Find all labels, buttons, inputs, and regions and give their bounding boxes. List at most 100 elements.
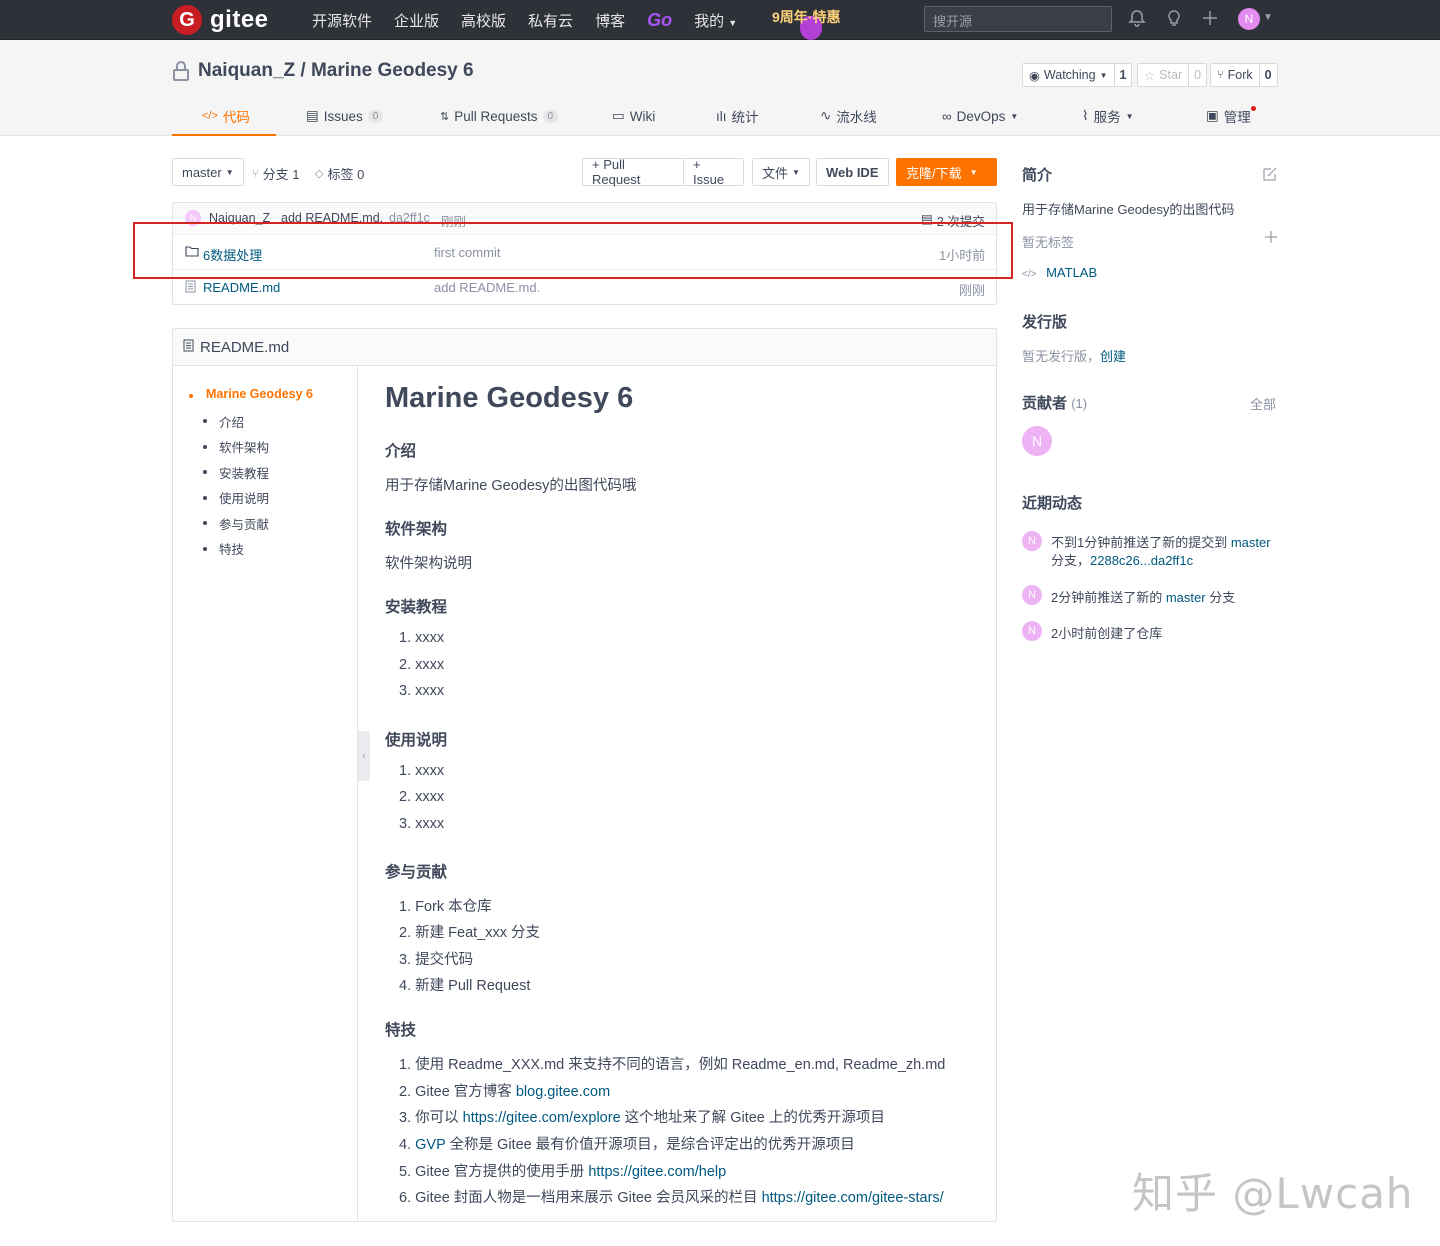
nav-mine-label: 我的 xyxy=(694,12,725,30)
branch-link[interactable]: master xyxy=(1166,590,1206,605)
tab-code-label: 代码 xyxy=(222,110,250,125)
repo-separator: / xyxy=(295,60,311,81)
new-pull-request-button[interactable]: + Pull Request xyxy=(582,157,684,187)
list-item: 1. xxxx xyxy=(399,763,445,779)
toc-item[interactable]: 介绍 xyxy=(219,412,244,431)
chevron-down-icon[interactable]: ▼ xyxy=(1263,12,1273,23)
nav-go[interactable]: Go xyxy=(647,10,672,31)
plus-icon[interactable] xyxy=(1200,9,1220,29)
list-item-text: 5. Gitee 官方提供的使用手册 xyxy=(399,1164,589,1180)
tab-devops[interactable]: ∞ DevOps ▼ xyxy=(942,96,1018,136)
list-item: 3. 你可以 https://gitee.com/explore 这个地址来了解… xyxy=(399,1106,885,1127)
repo-name-link[interactable]: Marine Geodesy 6 xyxy=(311,60,474,82)
tab-pipeline-label: 流水线 xyxy=(836,110,877,125)
toc-item[interactable]: 使用说明 xyxy=(219,488,269,507)
help-link[interactable]: https://gitee.com/help xyxy=(588,1164,726,1180)
readme-title: Marine Geodesy 6 xyxy=(385,382,634,414)
gitee-stars-link[interactable]: https://gitee.com/gitee-stars/ xyxy=(762,1190,944,1206)
issues-count-badge: 0 xyxy=(367,109,384,123)
fork-label: Fork xyxy=(1227,68,1253,82)
add-tag-plus-icon[interactable] xyxy=(1264,230,1278,247)
tab-issues[interactable]: ▤ Issues 0 xyxy=(306,96,384,136)
activity-avatar[interactable]: N xyxy=(1022,585,1042,605)
fork-button[interactable]: ⑂ Fork xyxy=(1211,64,1260,86)
repo-owner-link[interactable]: Naiquan_Z xyxy=(198,60,295,82)
chevron-down-icon: ▼ xyxy=(1099,70,1108,80)
toc-bullet xyxy=(189,394,193,398)
edit-icon[interactable] xyxy=(1262,166,1278,185)
list-item: 6. Gitee 封面人物是一档用来展示 Gitee 会员风采的栏目 https… xyxy=(399,1186,944,1207)
activity-avatar[interactable]: N xyxy=(1022,621,1042,641)
nav-mine[interactable]: 我的 ▼ xyxy=(694,10,737,31)
anniversary-promo-banner[interactable]: 9周年·特惠 xyxy=(770,2,850,40)
branch-link[interactable]: master xyxy=(1231,535,1271,550)
gvp-link[interactable]: GVP xyxy=(415,1137,445,1153)
file-name-link[interactable]: README.md xyxy=(203,280,280,295)
pipeline-icon: ∿ xyxy=(820,108,832,123)
list-item: 2. Gitee 官方博客 blog.gitee.com xyxy=(399,1080,610,1101)
repo-tabs: </> 代码 ▤ Issues 0 ⇅ Pull Requests 0 ▭ Wi… xyxy=(172,96,1282,136)
file-menu-button[interactable]: 文件 ▼ xyxy=(752,158,810,186)
star-button[interactable]: ☆ Star xyxy=(1138,64,1190,86)
tags-link[interactable]: ◇ 标签 0 xyxy=(315,164,364,183)
toc-item[interactable]: Marine Geodesy 6 xyxy=(206,387,313,401)
language-link[interactable]: MATLAB xyxy=(1046,265,1097,280)
tab-services[interactable]: ⌇ 服务 ▼ xyxy=(1082,96,1134,136)
toc-item[interactable]: 安装教程 xyxy=(219,463,269,482)
gitee-logo-mark: G xyxy=(172,5,202,35)
watch-count[interactable]: 1 xyxy=(1115,64,1132,86)
web-ide-button[interactable]: Web IDE xyxy=(816,158,889,186)
create-release-link[interactable]: 创建 xyxy=(1100,349,1126,364)
nav-blog[interactable]: 博客 xyxy=(595,10,625,31)
lightbulb-icon[interactable] xyxy=(1164,9,1184,29)
pull-request-icon: ⇅ xyxy=(440,110,450,123)
all-contributors-link[interactable]: 全部 xyxy=(1250,394,1276,413)
branch-select[interactable]: master ▼ xyxy=(172,158,244,186)
toc-item[interactable]: 特技 xyxy=(219,539,244,558)
branches-link[interactable]: ⑂ 分支 1 xyxy=(252,164,299,183)
activity-avatar[interactable]: N xyxy=(1022,531,1042,551)
contributor-avatar[interactable]: N xyxy=(1022,426,1052,456)
tab-pull-requests[interactable]: ⇅ Pull Requests 0 xyxy=(440,96,559,136)
tab-services-label: 服务 xyxy=(1093,110,1121,125)
explore-link[interactable]: https://gitee.com/explore xyxy=(463,1110,621,1126)
tab-code[interactable]: </> 代码 xyxy=(202,96,250,136)
watch-button[interactable]: ◉ Watching ▼ xyxy=(1023,64,1115,86)
issues-icon: ▤ xyxy=(306,108,319,123)
blog-link[interactable]: blog.gitee.com xyxy=(516,1084,610,1100)
star-count[interactable]: 0 xyxy=(1189,64,1206,86)
user-avatar[interactable]: N xyxy=(1238,8,1260,30)
toc-item[interactable]: 参与贡献 xyxy=(219,514,269,533)
search-input[interactable]: 搜开源 xyxy=(924,6,1112,32)
intro-title: 简介 xyxy=(1022,167,1053,184)
release-title: 发行版 xyxy=(1022,314,1068,331)
chevron-down-icon: ▼ xyxy=(792,167,800,177)
fork-button-group: ⑂ Fork 0 xyxy=(1210,63,1278,87)
clone-download-button[interactable]: 克隆/下载 ▼ xyxy=(896,158,997,186)
activity-item-line2: 分支，2288c26...da2ff1c xyxy=(1051,550,1193,569)
tab-manage[interactable]: ▣ 管理 xyxy=(1206,96,1251,136)
new-issue-button[interactable]: + Issue xyxy=(683,157,744,187)
tab-stats[interactable]: ılı 统计 xyxy=(716,96,759,136)
tab-issues-label: Issues xyxy=(323,108,363,124)
nav-education[interactable]: 高校版 xyxy=(461,10,506,31)
tab-wiki[interactable]: ▭ Wiki xyxy=(612,96,655,136)
tag-icon: ◇ xyxy=(315,168,324,180)
fork-count[interactable]: 0 xyxy=(1260,64,1277,86)
list-item: 3. xxxx xyxy=(399,683,445,699)
notification-bell-icon[interactable] xyxy=(1127,9,1147,29)
commit-range-link[interactable]: 2288c26...da2ff1c xyxy=(1090,553,1193,568)
file-commit-message[interactable]: add README.md. xyxy=(434,280,540,295)
branch-select-label: master xyxy=(182,164,222,180)
list-item: 2. xxxx xyxy=(399,789,445,805)
nav-open-source[interactable]: 开源软件 xyxy=(312,10,372,31)
toc-item[interactable]: 软件架构 xyxy=(219,437,269,456)
watch-button-group: ◉ Watching ▼ 1 xyxy=(1022,63,1133,87)
nav-enterprise[interactable]: 企业版 xyxy=(394,10,439,31)
star-icon: ☆ xyxy=(1144,68,1156,83)
branches-label: 分支 1 xyxy=(262,167,300,182)
gitee-logo[interactable]: G gitee xyxy=(172,4,269,36)
tab-pipeline[interactable]: ∿ 流水线 xyxy=(820,96,877,136)
nav-private-cloud[interactable]: 私有云 xyxy=(528,10,573,31)
toc-collapse-handle[interactable]: ‹ xyxy=(358,731,370,781)
